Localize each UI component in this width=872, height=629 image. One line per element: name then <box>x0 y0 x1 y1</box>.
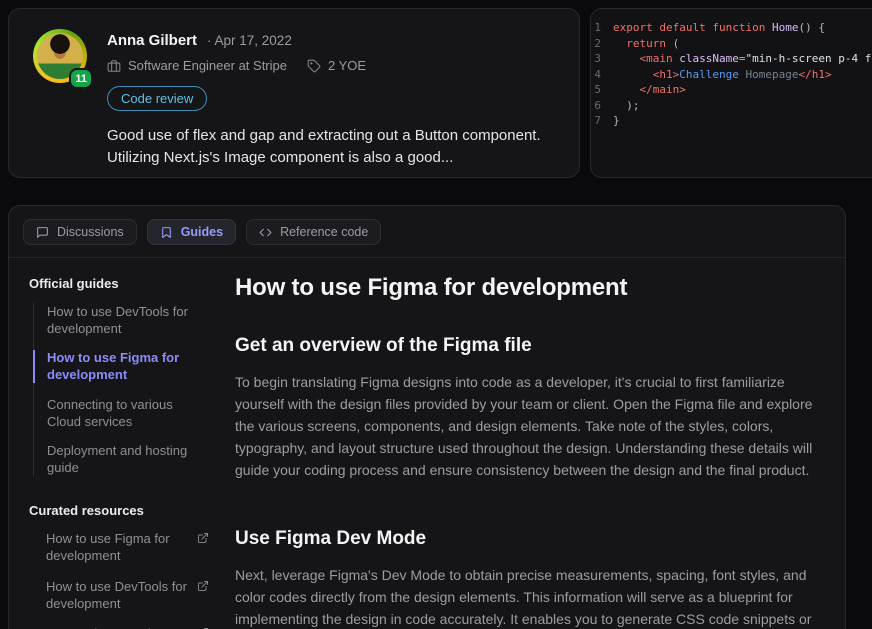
code-token: } <box>613 114 620 127</box>
tab-discussions[interactable]: Discussions <box>23 219 137 245</box>
external-link-icon <box>197 532 209 544</box>
code-token: <main <box>640 52 673 65</box>
author-experience-label: 2 YOE <box>328 58 366 73</box>
resource-link-label: How to use DevTools for development <box>46 578 189 612</box>
code-review-tag[interactable]: Code review <box>107 86 207 111</box>
tab-reference-code[interactable]: Reference code <box>246 219 381 245</box>
line-number: 1 <box>591 20 613 36</box>
external-link-icon <box>197 580 209 592</box>
code-line: 1 export default function Home() { <box>591 20 872 36</box>
code-token: Challenge <box>679 68 739 81</box>
tab-guides[interactable]: Guides <box>147 219 236 245</box>
sidebar-item-deployment[interactable]: Deployment and hosting guide <box>47 442 209 476</box>
sidebar-item-figma[interactable]: How to use Figma for development <box>47 349 209 383</box>
tag-icon <box>307 59 321 73</box>
tab-label: Guides <box>181 225 223 239</box>
name-row: Anna Gilbert · Apr 17, 2022 <box>107 32 555 49</box>
sidebar-item-devtools[interactable]: How to use DevTools for development <box>47 303 209 337</box>
section-heading: Use Figma Dev Mode <box>235 528 823 550</box>
resource-link-label: Connecting to various Cloud services <box>46 625 189 629</box>
author-role-label: Software Engineer at Stripe <box>128 58 287 73</box>
code-token <box>613 52 640 65</box>
code-token: export default function <box>613 21 772 34</box>
guides-sidebar: Official guides How to use DevTools for … <box>9 258 209 629</box>
reputation-badge: 11 <box>69 68 93 89</box>
line-number: 6 <box>591 98 613 114</box>
chat-icon <box>36 226 49 239</box>
post-date: · Apr 17, 2022 <box>207 33 292 48</box>
resource-link-figma[interactable]: How to use Figma for development <box>46 530 209 564</box>
code-token: return <box>626 37 666 50</box>
line-number: 2 <box>591 36 613 52</box>
author-experience: 2 YOE <box>307 58 366 73</box>
author-name: Anna Gilbert <box>107 32 197 49</box>
code-token: </main> <box>640 83 686 96</box>
review-comment: Good use of flex and gap and extracting … <box>107 125 555 169</box>
article-section: Get an overview of the Figma file To beg… <box>235 335 823 482</box>
tab-bar: Discussions Guides Reference code <box>9 206 845 258</box>
article-title: How to use Figma for development <box>235 274 823 302</box>
line-number: 7 <box>591 113 613 129</box>
code-line: 5 </main> <box>591 82 872 98</box>
sidebar-item-cloud[interactable]: Connecting to various Cloud services <box>47 396 209 430</box>
code-line: 2 return ( <box>591 36 872 52</box>
resource-link-devtools[interactable]: How to use DevTools for development <box>46 578 209 612</box>
code-line: 4 <h1>Challenge Homepage</h1> <box>591 67 872 83</box>
code-token: ); <box>613 99 640 112</box>
curated-resources-list: How to use Figma for development How to … <box>33 530 209 629</box>
official-guides-list: How to use DevTools for development How … <box>33 303 209 476</box>
article-section: Use Figma Dev Mode Next, leverage Figma'… <box>235 528 823 629</box>
code-token <box>613 83 640 96</box>
code-token: className <box>679 52 739 65</box>
line-number: 5 <box>591 82 613 98</box>
tab-label: Discussions <box>57 225 124 239</box>
review-header: 11 Anna Gilbert · Apr 17, 2022 Software … <box>33 29 555 169</box>
line-number: 3 <box>591 51 613 67</box>
author-meta: Software Engineer at Stripe 2 YOE <box>107 58 555 73</box>
article-paragraph: Next, leverage Figma's Dev Mode to obtai… <box>235 564 823 629</box>
review-card[interactable]: 11 Anna Gilbert · Apr 17, 2022 Software … <box>8 8 580 178</box>
line-number: 4 <box>591 67 613 83</box>
avatar[interactable]: 11 <box>33 29 89 85</box>
code-preview-card[interactable]: 1 export default function Home() { 2 ret… <box>590 8 872 178</box>
code-token: "min-h-screen p-4 flex" <box>745 52 872 65</box>
resource-link-label: How to use Figma for development <box>46 530 189 564</box>
article-paragraph: To begin translating Figma designs into … <box>235 371 823 482</box>
guides-panel: Discussions Guides Reference code Offici… <box>8 205 846 629</box>
code-token: <h1> <box>653 68 680 81</box>
section-heading: Get an overview of the Figma file <box>235 335 823 357</box>
briefcase-icon <box>107 59 121 73</box>
code-line: 7 } <box>591 113 872 129</box>
code-token: () { <box>798 21 825 34</box>
resource-link-cloud[interactable]: Connecting to various Cloud services <box>46 625 209 629</box>
code-token: Home <box>772 21 799 34</box>
code-token: </h1> <box>798 68 831 81</box>
code-icon <box>259 226 272 239</box>
review-body: Anna Gilbert · Apr 17, 2022 Software Eng… <box>107 29 555 169</box>
code-token: Homepage <box>739 68 799 81</box>
curated-resources-title: Curated resources <box>29 503 209 518</box>
page: 11 Anna Gilbert · Apr 17, 2022 Software … <box>0 0 872 629</box>
guides-content: Official guides How to use DevTools for … <box>9 258 845 629</box>
code-line: 6 ); <box>591 98 872 114</box>
code-token <box>613 37 626 50</box>
bookmark-icon <box>160 226 173 239</box>
code-line: 3 <main className="min-h-screen p-4 flex… <box>591 51 872 67</box>
code-token: ( <box>666 37 679 50</box>
code-token <box>613 68 653 81</box>
guide-article: How to use Figma for development Get an … <box>209 258 845 629</box>
tab-label: Reference code <box>280 225 368 239</box>
author-role: Software Engineer at Stripe <box>107 58 287 73</box>
official-guides-title: Official guides <box>29 276 209 291</box>
